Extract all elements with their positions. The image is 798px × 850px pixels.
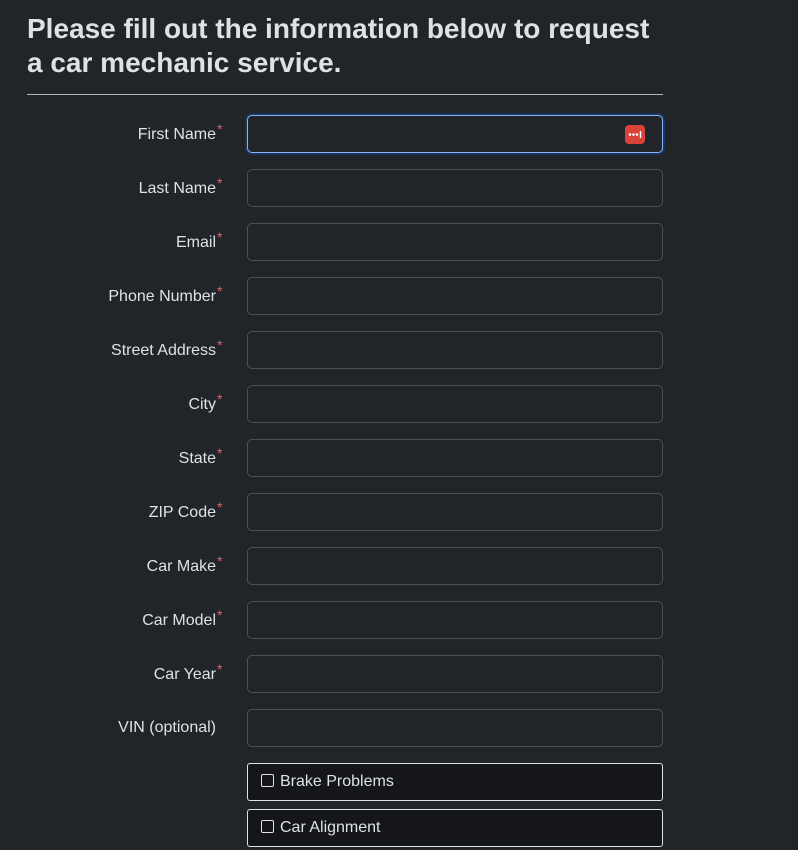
first-name-input[interactable] <box>247 115 663 153</box>
required-marker: * <box>217 661 223 677</box>
car-year-label: Car Year* <box>153 661 223 683</box>
email-input[interactable] <box>247 223 663 261</box>
required-marker: * <box>217 607 223 623</box>
field-row-vin: VIN (optional) <box>0 709 798 747</box>
street-address-label: Street Address* <box>111 337 223 359</box>
required-marker: * <box>217 391 223 407</box>
service-option-car-alignment[interactable]: Car Alignment <box>247 809 663 847</box>
field-row-email: Email* <box>0 223 798 261</box>
field-row-car-year: Car Year* <box>0 655 798 693</box>
car-model-label: Car Model* <box>142 607 223 629</box>
service-request-page: Please fill out the information below to… <box>0 0 798 850</box>
phone-number-input[interactable] <box>247 277 663 315</box>
field-row-phone-number: Phone Number* <box>0 277 798 315</box>
required-marker: * <box>217 499 223 515</box>
password-manager-icon[interactable] <box>625 125 645 144</box>
field-row-car-model: Car Model* <box>0 601 798 639</box>
checkbox[interactable] <box>261 820 274 833</box>
car-model-input[interactable] <box>247 601 663 639</box>
field-row-first-name: First Name* <box>0 115 798 153</box>
car-make-label: Car Make* <box>146 553 223 575</box>
car-make-input[interactable] <box>247 547 663 585</box>
divider <box>27 94 663 95</box>
required-marker: * <box>217 283 223 299</box>
street-address-input[interactable] <box>247 331 663 369</box>
phone-number-label: Phone Number* <box>108 283 223 305</box>
required-marker: * <box>217 175 223 191</box>
last-name-label: Last Name* <box>138 175 223 197</box>
state-input[interactable] <box>247 439 663 477</box>
city-input[interactable] <box>247 385 663 423</box>
checkbox[interactable] <box>261 774 274 787</box>
required-marker: * <box>217 337 223 353</box>
zip-code-input[interactable] <box>247 493 663 531</box>
required-marker: * <box>217 553 223 569</box>
state-label: State* <box>178 445 223 467</box>
vin-input[interactable] <box>247 709 663 747</box>
field-row-car-make: Car Make* <box>0 547 798 585</box>
car-year-input[interactable] <box>247 655 663 693</box>
field-row-state: State* <box>0 439 798 477</box>
field-row-street-address: Street Address* <box>0 331 798 369</box>
last-name-input[interactable] <box>247 169 663 207</box>
service-option-brake-problems[interactable]: Brake Problems <box>247 763 663 801</box>
service-option-label: Car Alignment <box>280 819 381 836</box>
required-marker: * <box>217 121 223 137</box>
email-label: Email* <box>175 229 223 251</box>
service-request-form: First Name* Last Name* Email* Phone Numb <box>0 115 798 763</box>
required-marker: * <box>217 229 223 245</box>
page-title: Please fill out the information below to… <box>27 13 650 78</box>
field-row-last-name: Last Name* <box>0 169 798 207</box>
field-row-zip-code: ZIP Code* <box>0 493 798 531</box>
first-name-label: First Name* <box>137 121 223 143</box>
zip-code-label: ZIP Code* <box>148 499 223 521</box>
service-option-label: Brake Problems <box>280 773 394 790</box>
vin-label: VIN (optional) <box>118 719 216 736</box>
field-row-city: City* <box>0 385 798 423</box>
city-label: City* <box>188 391 223 413</box>
required-marker: * <box>217 445 223 461</box>
